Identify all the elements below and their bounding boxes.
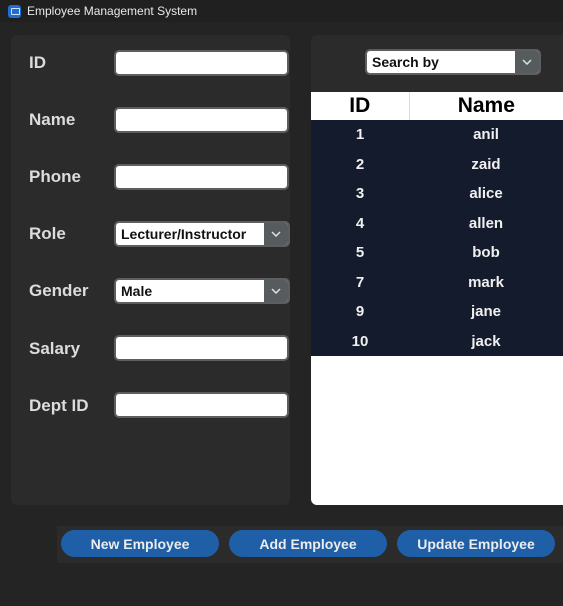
- salary-input[interactable]: [114, 335, 289, 361]
- table-row[interactable]: 5 bob: [311, 238, 563, 268]
- new-employee-button[interactable]: New Employee: [61, 530, 219, 557]
- gender-dropdown[interactable]: Male: [114, 278, 290, 304]
- id-label: ID: [29, 53, 46, 72]
- chevron-down-icon: [271, 288, 281, 294]
- column-header-id[interactable]: ID: [311, 92, 410, 120]
- table-row[interactable]: 9 jane: [311, 297, 563, 327]
- cell-id: 7: [355, 273, 365, 291]
- cell-name: bob: [472, 244, 500, 262]
- cell-id: 4: [355, 214, 365, 232]
- cell-id: 1: [355, 126, 365, 144]
- table-body: 1 anil 2 zaid 3 alice 4 allen 5 bob 7 ma…: [311, 120, 563, 356]
- action-button-bar: New Employee Add Employee Update Employe…: [57, 526, 563, 563]
- app-window-icon: [8, 4, 21, 18]
- chevron-down-icon: [522, 59, 532, 65]
- employee-table: ID Name 1 anil 2 zaid 3 alice 4 allen 5 …: [311, 92, 563, 505]
- id-input[interactable]: [114, 50, 289, 76]
- name-label: Name: [29, 110, 76, 129]
- cell-name: anil: [473, 126, 499, 144]
- phone-input[interactable]: [114, 164, 289, 190]
- search-by-dropdown[interactable]: Search by: [365, 49, 541, 75]
- dept-id-input[interactable]: [114, 392, 289, 418]
- dept-id-label: Dept ID: [29, 396, 89, 415]
- table-header: ID Name: [311, 92, 563, 120]
- cell-id: 10: [351, 332, 369, 350]
- update-employee-button[interactable]: Update Employee: [397, 530, 555, 557]
- cell-id: 3: [355, 185, 365, 203]
- add-employee-button[interactable]: Add Employee: [229, 530, 387, 557]
- cell-name: jack: [471, 332, 501, 350]
- search-by-dropdown-button[interactable]: [515, 51, 539, 73]
- gender-dropdown-button[interactable]: [264, 280, 288, 302]
- chevron-down-icon: [271, 231, 281, 237]
- search-by-value: Search by: [372, 54, 439, 70]
- table-row[interactable]: 2 zaid: [311, 150, 563, 180]
- title-bar: Employee Management System: [0, 0, 563, 22]
- cell-name: zaid: [471, 155, 501, 173]
- cell-id: 5: [355, 244, 365, 262]
- table-row[interactable]: 4 allen: [311, 209, 563, 239]
- role-label: Role: [29, 224, 66, 243]
- role-dropdown[interactable]: Lecturer/Instructor: [114, 221, 290, 247]
- salary-label: Salary: [29, 339, 81, 358]
- table-row[interactable]: 1 anil: [311, 120, 563, 150]
- cell-name: alice: [469, 185, 503, 203]
- cell-name: jane: [470, 303, 501, 321]
- name-input[interactable]: [114, 107, 289, 133]
- employee-form-panel: ID Name Phone Role Lecturer/Instructor G…: [11, 35, 290, 505]
- gender-dropdown-value: Male: [121, 283, 153, 299]
- employee-list-panel: Search by ID Name 1 anil 2 zaid 3 alice …: [311, 35, 563, 505]
- role-dropdown-value: Lecturer/Instructor: [121, 226, 247, 242]
- table-row[interactable]: 10 jack: [311, 327, 563, 357]
- window-title: Employee Management System: [27, 4, 198, 18]
- column-header-name[interactable]: Name: [410, 92, 563, 120]
- cell-id: 2: [355, 155, 365, 173]
- gender-label: Gender: [29, 281, 89, 300]
- phone-label: Phone: [29, 167, 81, 186]
- role-dropdown-button[interactable]: [264, 223, 288, 245]
- cell-name: mark: [468, 273, 504, 291]
- cell-id: 9: [355, 303, 365, 321]
- table-row[interactable]: 7 mark: [311, 268, 563, 298]
- cell-name: allen: [468, 214, 504, 232]
- table-row[interactable]: 3 alice: [311, 179, 563, 209]
